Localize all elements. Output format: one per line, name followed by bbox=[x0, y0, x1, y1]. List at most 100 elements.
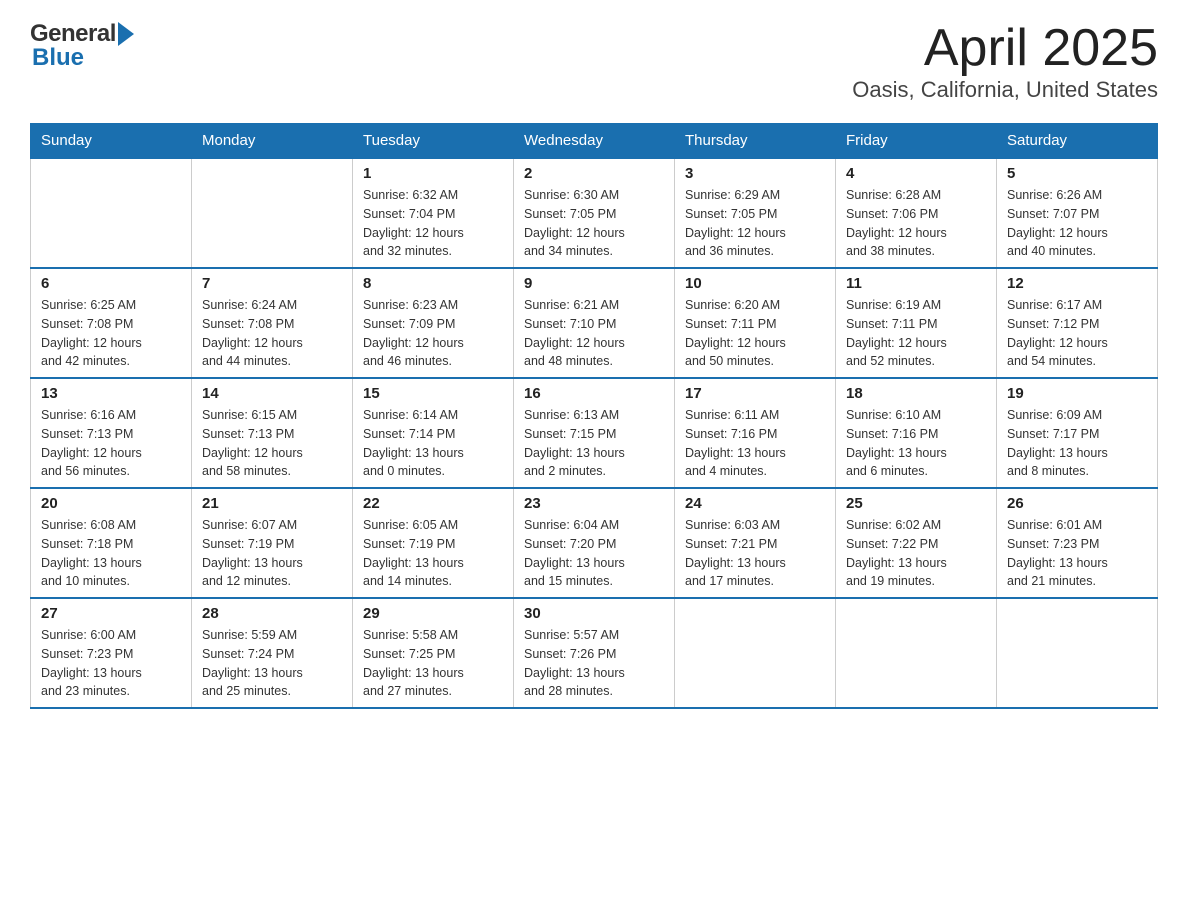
day-info: Sunrise: 6:01 AMSunset: 7:23 PMDaylight:… bbox=[1007, 516, 1147, 591]
calendar-cell bbox=[997, 598, 1158, 708]
day-info: Sunrise: 6:02 AMSunset: 7:22 PMDaylight:… bbox=[846, 516, 986, 591]
day-info: Sunrise: 6:15 AMSunset: 7:13 PMDaylight:… bbox=[202, 406, 342, 481]
calendar-subtitle: Oasis, California, United States bbox=[852, 77, 1158, 103]
day-info: Sunrise: 6:28 AMSunset: 7:06 PMDaylight:… bbox=[846, 186, 986, 261]
day-number: 12 bbox=[1007, 275, 1147, 292]
calendar-cell bbox=[836, 598, 997, 708]
day-number: 24 bbox=[685, 495, 825, 512]
day-info: Sunrise: 6:11 AMSunset: 7:16 PMDaylight:… bbox=[685, 406, 825, 481]
day-number: 5 bbox=[1007, 165, 1147, 182]
calendar-cell: 30 Sunrise: 5:57 AMSunset: 7:26 PMDayligh… bbox=[514, 598, 675, 708]
day-number: 15 bbox=[363, 385, 503, 402]
weekday-header-row: SundayMondayTuesdayWednesdayThursdayFrid… bbox=[31, 124, 1158, 159]
logo-triangle-icon bbox=[118, 22, 134, 46]
calendar-cell: 2 Sunrise: 6:30 AMSunset: 7:05 PMDaylight… bbox=[514, 158, 675, 268]
calendar-cell: 27 Sunrise: 6:00 AMSunset: 7:23 PMDayligh… bbox=[31, 598, 192, 708]
day-number: 13 bbox=[41, 385, 181, 402]
calendar-cell: 18 Sunrise: 6:10 AMSunset: 7:16 PMDayligh… bbox=[836, 378, 997, 488]
calendar-cell: 5Sunrise: 6:26 AMSunset: 7:07 PMDaylight… bbox=[997, 158, 1158, 268]
calendar-cell: 29 Sunrise: 5:58 AMSunset: 7:25 PMDayligh… bbox=[353, 598, 514, 708]
calendar-cell: 23 Sunrise: 6:04 AMSunset: 7:20 PMDayligh… bbox=[514, 488, 675, 598]
day-info: Sunrise: 6:30 AMSunset: 7:05 PMDaylight:… bbox=[524, 186, 664, 261]
calendar-week-row: 1 Sunrise: 6:32 AMSunset: 7:04 PMDaylight… bbox=[31, 158, 1158, 268]
day-info: Sunrise: 6:07 AMSunset: 7:19 PMDaylight:… bbox=[202, 516, 342, 591]
calendar-cell: 1 Sunrise: 6:32 AMSunset: 7:04 PMDaylight… bbox=[353, 158, 514, 268]
calendar-cell: 17 Sunrise: 6:11 AMSunset: 7:16 PMDayligh… bbox=[675, 378, 836, 488]
calendar-cell: 20 Sunrise: 6:08 AMSunset: 7:18 PMDayligh… bbox=[31, 488, 192, 598]
calendar-cell: 12Sunrise: 6:17 AMSunset: 7:12 PMDayligh… bbox=[997, 268, 1158, 378]
calendar-week-row: 20 Sunrise: 6:08 AMSunset: 7:18 PMDayligh… bbox=[31, 488, 1158, 598]
day-number: 6 bbox=[41, 275, 181, 292]
calendar-table: SundayMondayTuesdayWednesdayThursdayFrid… bbox=[30, 123, 1158, 709]
logo: General Blue bbox=[30, 20, 134, 72]
day-number: 3 bbox=[685, 165, 825, 182]
weekday-header-thursday: Thursday bbox=[675, 124, 836, 159]
logo-text-blue: Blue bbox=[30, 44, 84, 72]
title-block: April 2025 Oasis, California, United Sta… bbox=[852, 20, 1158, 103]
day-number: 21 bbox=[202, 495, 342, 512]
day-number: 17 bbox=[685, 385, 825, 402]
day-number: 29 bbox=[363, 605, 503, 622]
day-info: Sunrise: 6:20 AMSunset: 7:11 PMDaylight:… bbox=[685, 296, 825, 371]
weekday-header-monday: Monday bbox=[192, 124, 353, 159]
calendar-week-row: 27 Sunrise: 6:00 AMSunset: 7:23 PMDayligh… bbox=[31, 598, 1158, 708]
day-number: 9 bbox=[524, 275, 664, 292]
day-number: 26 bbox=[1007, 495, 1147, 512]
day-number: 8 bbox=[363, 275, 503, 292]
day-number: 18 bbox=[846, 385, 986, 402]
day-number: 16 bbox=[524, 385, 664, 402]
day-info: Sunrise: 6:03 AMSunset: 7:21 PMDaylight:… bbox=[685, 516, 825, 591]
calendar-cell: 19 Sunrise: 6:09 AMSunset: 7:17 PMDayligh… bbox=[997, 378, 1158, 488]
weekday-header-sunday: Sunday bbox=[31, 124, 192, 159]
calendar-cell: 15 Sunrise: 6:14 AMSunset: 7:14 PMDayligh… bbox=[353, 378, 514, 488]
day-number: 25 bbox=[846, 495, 986, 512]
day-number: 14 bbox=[202, 385, 342, 402]
day-info: Sunrise: 6:09 AMSunset: 7:17 PMDaylight:… bbox=[1007, 406, 1147, 481]
weekday-header-friday: Friday bbox=[836, 124, 997, 159]
day-number: 4 bbox=[846, 165, 986, 182]
calendar-cell: 3 Sunrise: 6:29 AMSunset: 7:05 PMDaylight… bbox=[675, 158, 836, 268]
calendar-cell: 6 Sunrise: 6:25 AMSunset: 7:08 PMDaylight… bbox=[31, 268, 192, 378]
calendar-cell bbox=[675, 598, 836, 708]
calendar-week-row: 6 Sunrise: 6:25 AMSunset: 7:08 PMDaylight… bbox=[31, 268, 1158, 378]
day-info: Sunrise: 6:21 AMSunset: 7:10 PMDaylight:… bbox=[524, 296, 664, 371]
day-info: Sunrise: 6:05 AMSunset: 7:19 PMDaylight:… bbox=[363, 516, 503, 591]
day-number: 20 bbox=[41, 495, 181, 512]
calendar-cell: 25 Sunrise: 6:02 AMSunset: 7:22 PMDayligh… bbox=[836, 488, 997, 598]
day-info: Sunrise: 5:58 AMSunset: 7:25 PMDaylight:… bbox=[363, 626, 503, 701]
day-info: Sunrise: 6:00 AMSunset: 7:23 PMDaylight:… bbox=[41, 626, 181, 701]
day-info: Sunrise: 5:59 AMSunset: 7:24 PMDaylight:… bbox=[202, 626, 342, 701]
calendar-cell: 4 Sunrise: 6:28 AMSunset: 7:06 PMDaylight… bbox=[836, 158, 997, 268]
day-number: 7 bbox=[202, 275, 342, 292]
day-info: Sunrise: 6:19 AMSunset: 7:11 PMDaylight:… bbox=[846, 296, 986, 371]
day-number: 30 bbox=[524, 605, 664, 622]
calendar-cell: 22Sunrise: 6:05 AMSunset: 7:19 PMDayligh… bbox=[353, 488, 514, 598]
day-info: Sunrise: 6:24 AMSunset: 7:08 PMDaylight:… bbox=[202, 296, 342, 371]
day-info: Sunrise: 6:23 AMSunset: 7:09 PMDaylight:… bbox=[363, 296, 503, 371]
calendar-cell: 14 Sunrise: 6:15 AMSunset: 7:13 PMDayligh… bbox=[192, 378, 353, 488]
weekday-header-saturday: Saturday bbox=[997, 124, 1158, 159]
calendar-cell bbox=[31, 158, 192, 268]
weekday-header-tuesday: Tuesday bbox=[353, 124, 514, 159]
day-info: Sunrise: 6:14 AMSunset: 7:14 PMDaylight:… bbox=[363, 406, 503, 481]
day-number: 19 bbox=[1007, 385, 1147, 402]
calendar-week-row: 13Sunrise: 6:16 AMSunset: 7:13 PMDayligh… bbox=[31, 378, 1158, 488]
calendar-cell: 7 Sunrise: 6:24 AMSunset: 7:08 PMDaylight… bbox=[192, 268, 353, 378]
calendar-cell: 13Sunrise: 6:16 AMSunset: 7:13 PMDayligh… bbox=[31, 378, 192, 488]
calendar-cell: 21 Sunrise: 6:07 AMSunset: 7:19 PMDayligh… bbox=[192, 488, 353, 598]
calendar-cell: 9 Sunrise: 6:21 AMSunset: 7:10 PMDaylight… bbox=[514, 268, 675, 378]
calendar-title: April 2025 bbox=[852, 20, 1158, 77]
day-info: Sunrise: 6:04 AMSunset: 7:20 PMDaylight:… bbox=[524, 516, 664, 591]
day-number: 23 bbox=[524, 495, 664, 512]
day-info: Sunrise: 5:57 AMSunset: 7:26 PMDaylight:… bbox=[524, 626, 664, 701]
day-info: Sunrise: 6:29 AMSunset: 7:05 PMDaylight:… bbox=[685, 186, 825, 261]
day-info: Sunrise: 6:10 AMSunset: 7:16 PMDaylight:… bbox=[846, 406, 986, 481]
day-number: 27 bbox=[41, 605, 181, 622]
day-number: 1 bbox=[363, 165, 503, 182]
calendar-cell: 28Sunrise: 5:59 AMSunset: 7:24 PMDayligh… bbox=[192, 598, 353, 708]
day-info: Sunrise: 6:25 AMSunset: 7:08 PMDaylight:… bbox=[41, 296, 181, 371]
day-info: Sunrise: 6:08 AMSunset: 7:18 PMDaylight:… bbox=[41, 516, 181, 591]
day-number: 2 bbox=[524, 165, 664, 182]
page-header: General Blue April 2025 Oasis, Californi… bbox=[30, 20, 1158, 103]
day-info: Sunrise: 6:32 AMSunset: 7:04 PMDaylight:… bbox=[363, 186, 503, 261]
